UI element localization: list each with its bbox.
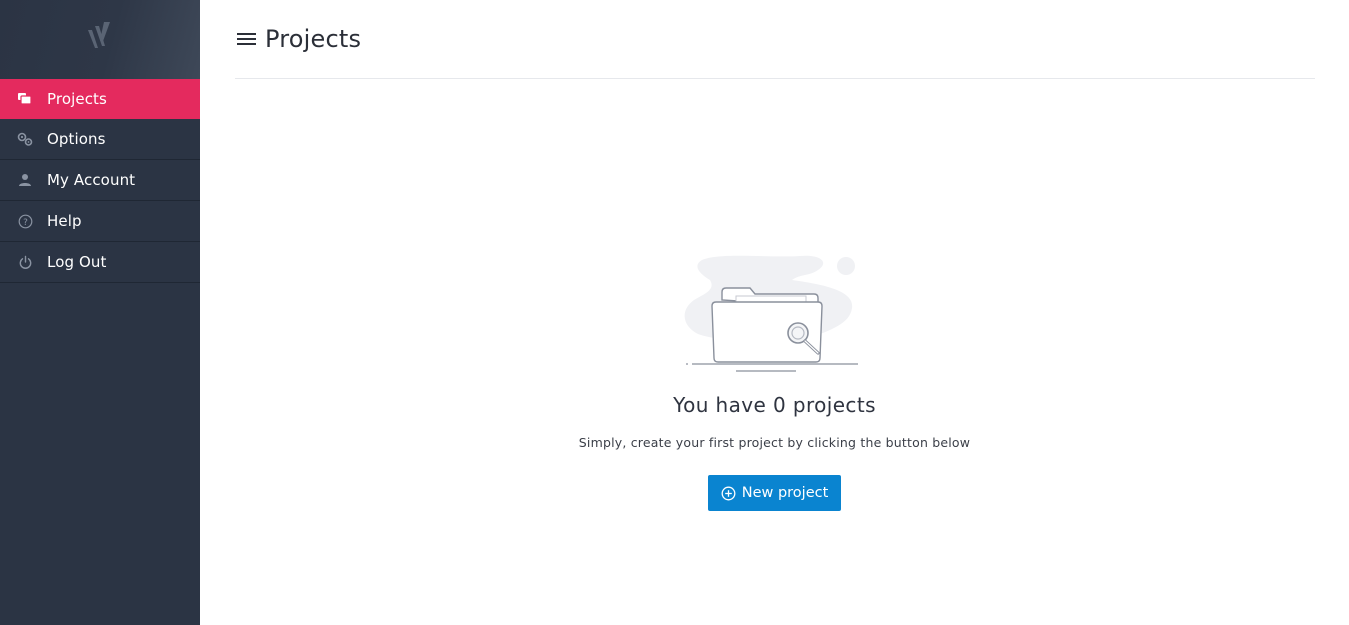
- gears-icon: [0, 132, 47, 147]
- sidebar-item-label: Options: [47, 130, 106, 148]
- sidebar-item-help[interactable]: ? Help: [0, 201, 200, 242]
- sidebar-item-label: Help: [47, 212, 82, 230]
- app-root: Projects Options My Account ? Help Log O…: [0, 0, 1349, 625]
- empty-state-subtitle: Simply, create your first project by cli…: [578, 435, 971, 450]
- projects-icon: [0, 92, 47, 106]
- sidebar-item-options[interactable]: Options: [0, 119, 200, 160]
- brand-logo-icon[interactable]: [86, 20, 112, 50]
- page-header: Projects: [235, 0, 1315, 79]
- empty-state-title: You have 0 projects: [673, 393, 876, 417]
- new-project-button[interactable]: New project: [708, 475, 841, 511]
- question-circle-icon: ?: [0, 214, 47, 229]
- user-icon: [0, 173, 47, 187]
- hamburger-menu-icon[interactable]: [237, 31, 257, 47]
- sidebar-item-label: My Account: [47, 171, 136, 189]
- logo-area: [0, 0, 200, 79]
- page-title: Projects: [265, 25, 362, 53]
- sidebar-item-projects[interactable]: Projects: [0, 79, 200, 119]
- sidebar: Projects Options My Account ? Help Log O…: [0, 0, 200, 625]
- plus-circle-icon: [721, 486, 736, 501]
- empty-state: You have 0 projects Simply, create your …: [200, 250, 1349, 511]
- new-project-label: New project: [741, 485, 829, 501]
- sidebar-item-log-out[interactable]: Log Out: [0, 242, 200, 283]
- main-content: Projects You have 0 projects Simply, cre…: [200, 0, 1349, 625]
- sidebar-item-label: Log Out: [47, 253, 107, 271]
- power-icon: [0, 255, 47, 270]
- empty-folder-search-icon: [684, 255, 858, 372]
- svg-text:?: ?: [23, 218, 28, 228]
- sidebar-item-my-account[interactable]: My Account: [0, 160, 200, 201]
- sidebar-nav: Projects Options My Account ? Help Log O…: [0, 79, 200, 283]
- sidebar-item-label: Projects: [47, 89, 107, 108]
